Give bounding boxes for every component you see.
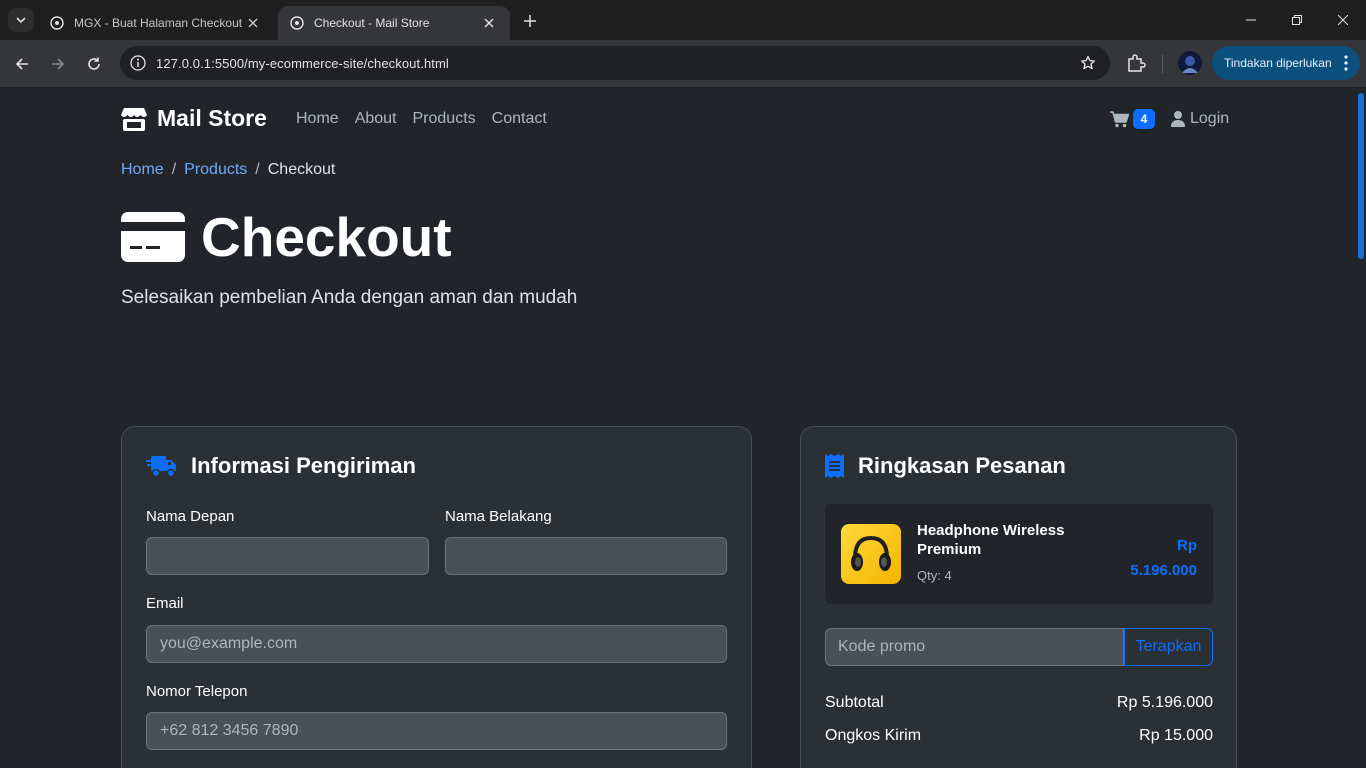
profile-avatar-icon [1178,51,1202,75]
browser-toolbar: 127.0.0.1:5500/my-ecommerce-site/checkou… [0,40,1366,87]
page-subtitle: Selesaikan pembelian Anda dengan aman da… [121,287,578,308]
mgx-favicon-icon [290,16,304,30]
nav-link-contact[interactable]: Contact [492,110,547,128]
headphone-image-icon [851,535,891,571]
breadcrumb-home[interactable]: Home [121,161,164,179]
address-bar[interactable]: 127.0.0.1:5500/my-ecommerce-site/checkou… [120,46,1110,80]
tab-mgx[interactable]: MGX - Buat Halaman Checkout [38,6,274,40]
product-name: Headphone Wireless Premium [917,522,1065,558]
url-text[interactable]: 127.0.0.1:5500/my-ecommerce-site/checkou… [156,56,449,71]
tab-title: MGX - Buat Halaman Checkout [74,16,243,30]
nav-link-about[interactable]: About [355,110,397,128]
cart-item: Headphone Wireless Premium Qty: 4 Rp 5.1… [825,504,1213,604]
last-name-label: Nama Belakang [445,508,552,525]
email-label: Email [146,595,184,612]
product-price-value: 5.196.000 [1130,562,1197,579]
product-price-currency: Rp [1177,537,1197,554]
nav-link-products[interactable]: Products [413,110,476,128]
breadcrumb: Home / Products / Checkout [121,161,335,179]
close-icon[interactable] [244,14,262,32]
email-input[interactable]: you@example.com [146,625,727,663]
brand-name: Mail Store [157,105,267,131]
shipping-card-title: Informasi Pengiriman [146,453,416,479]
promo-code-input[interactable]: Kode promo [825,628,1124,666]
summary-card-title: Ringkasan Pesanan [825,453,1066,479]
subtotal-label: Subtotal [825,694,884,711]
breadcrumb-divider: / [171,161,177,178]
store-icon [121,107,147,131]
chevron-down-icon [16,17,26,24]
page-title-text: Checkout [201,206,452,268]
truck-icon [146,456,176,478]
restore-button[interactable] [1274,0,1320,40]
credit-card-icon [121,212,185,262]
product-thumbnail [841,524,901,584]
reload-button[interactable] [80,50,108,78]
cart-button[interactable]: 4 [1110,109,1155,129]
tab-search-button[interactable] [8,8,34,32]
promo-group: Kode promo Terapkan [825,628,1213,666]
breadcrumb-divider: / [255,161,260,178]
summary-card-title-text: Ringkasan Pesanan [858,453,1066,478]
mgx-favicon-icon [50,16,64,30]
new-tab-button[interactable] [519,10,541,32]
last-name-input[interactable] [445,537,727,575]
action-required-button[interactable]: Tindakan diperlukan [1212,46,1360,80]
receipt-icon [825,454,844,478]
shipping-cost-value: Rp 15.000 [1139,727,1213,744]
back-button[interactable] [8,50,36,78]
breadcrumb-products[interactable]: Products [184,161,247,179]
page-title: Checkout [121,205,452,269]
shipping-cost-label: Ongkos Kirim [825,727,922,744]
minimize-icon [1246,19,1256,21]
product-price: Rp 5.196.000 [1130,533,1197,583]
action-required-label: Tindakan diperlukan [1224,56,1332,70]
close-window-button[interactable] [1320,0,1366,40]
scrollbar-thumb[interactable] [1358,93,1364,259]
breadcrumb-current: Checkout [267,161,336,178]
phone-label: Nomor Telepon [146,683,248,700]
subtotal-value: Rp 5.196.000 [1116,694,1213,711]
restore-icon [1292,15,1302,25]
product-qty: Qty: 4 [917,568,952,583]
profile-avatar[interactable] [1178,51,1202,75]
tab-checkout[interactable]: Checkout - Mail Store [278,6,510,40]
close-icon[interactable] [480,14,498,32]
shipping-cost-row: Ongkos Kirim Rp 15.000 [825,727,1213,745]
forward-button[interactable] [44,50,72,78]
info-icon[interactable] [130,55,146,71]
user-icon [1171,111,1185,127]
toolbar-divider [1162,55,1163,73]
apply-promo-button[interactable]: Terapkan [1124,628,1213,666]
browser-tabstrip: MGX - Buat Halaman Checkout Checkout - M… [0,0,1366,40]
tab-title: Checkout - Mail Store [314,16,430,30]
shipping-card-title-text: Informasi Pengiriman [191,453,416,478]
first-name-input[interactable] [146,537,429,575]
bookmark-star-icon[interactable] [1080,55,1096,71]
shipping-info-card: Informasi Pengiriman Nama Depan Nama Bel… [121,426,752,768]
phone-input[interactable]: +62 812 3456 7890 [146,712,727,750]
subtotal-row: Subtotal Rp 5.196.000 [825,694,1213,712]
minimize-button[interactable] [1228,0,1274,40]
reload-icon [88,57,100,70]
nav-link-home[interactable]: Home [296,110,339,128]
plus-icon [524,15,536,27]
brand-logo[interactable]: Mail Store [121,105,267,132]
login-label: Login [1190,110,1230,127]
extensions-puzzle-icon[interactable] [1124,52,1148,76]
page-scrollbar[interactable] [1356,87,1366,768]
first-name-label: Nama Depan [146,508,235,525]
arrow-right-icon [52,58,65,70]
order-summary-card: Ringkasan Pesanan Headphone Wireless Pre… [800,426,1237,768]
close-icon [1338,15,1348,25]
page-content: Mail Store Home About Products Contact 4… [0,87,1366,768]
more-vert-icon [1344,55,1348,71]
arrow-left-icon [15,58,28,70]
main-nav: Home About Products Contact [296,110,547,128]
login-link[interactable]: Login [1171,110,1229,128]
cart-count-badge: 4 [1133,109,1155,129]
shopping-cart-icon [1110,110,1129,127]
